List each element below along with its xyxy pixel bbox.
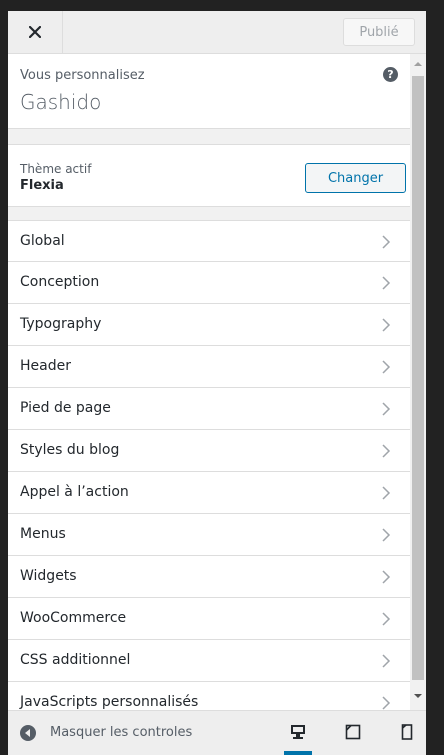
tablet-icon (345, 724, 361, 740)
active-theme-section: Thème actif Flexia Changer (8, 144, 410, 207)
site-info-section: Vous personnalisez Gashido ? (8, 54, 410, 129)
chevron-right-icon (382, 696, 391, 710)
menu-item-label: Global (20, 233, 65, 249)
chevron-right-icon (382, 612, 391, 626)
menu-item-label: Styles du blog (20, 442, 120, 458)
active-theme-name: Flexia (20, 178, 64, 193)
customizer-footer: Masquer les controles (8, 710, 426, 755)
menu-item-label: Widgets (20, 568, 77, 584)
menu-item-label: Conception (20, 274, 100, 290)
active-theme-label: Thème actif (20, 162, 92, 176)
chevron-right-icon (382, 570, 391, 584)
help-icon[interactable]: ? (383, 67, 398, 82)
scroll-up-arrow-icon[interactable] (410, 58, 426, 70)
menu-item-menus[interactable]: Menus (8, 514, 410, 556)
menu-item-call-to-action[interactable]: Appel à l’action (8, 472, 410, 514)
active-device-indicator (284, 751, 312, 755)
scroll-down-arrow-icon[interactable] (410, 690, 426, 702)
mobile-icon (401, 724, 413, 740)
preview-desktop-button[interactable] (280, 711, 316, 755)
desktop-icon (291, 725, 305, 739)
chevron-right-icon (382, 486, 391, 500)
publish-button[interactable]: Publié (343, 18, 415, 46)
change-theme-button[interactable]: Changer (305, 163, 406, 193)
close-button[interactable] (8, 11, 63, 53)
collapse-label: Masquer les controles (50, 725, 193, 740)
site-name: Gashido (20, 90, 102, 114)
menu-item-label: CSS additionnel (20, 652, 131, 668)
menu-item-label: Appel à l’action (20, 484, 129, 500)
menu-item-blog-styles[interactable]: Styles du blog (8, 430, 410, 472)
menu-item-label: Pied de page (20, 400, 111, 416)
chevron-right-icon (382, 402, 391, 416)
close-icon (29, 26, 41, 38)
menu-item-global[interactable]: Global (8, 220, 410, 262)
chevron-right-icon (382, 235, 391, 249)
chevron-right-icon (382, 528, 391, 542)
menu-item-additional-css[interactable]: CSS additionnel (8, 640, 410, 682)
menu-item-label: Typography (20, 316, 102, 332)
preview-tablet-button[interactable] (335, 711, 371, 755)
menu-item-woocommerce[interactable]: WooCommerce (8, 598, 410, 640)
scrollbar-thumb[interactable] (412, 76, 424, 680)
section-menu: Global Conception Typography Header Pied… (8, 220, 410, 710)
menu-item-footer[interactable]: Pied de page (8, 388, 410, 430)
customizer-sections[interactable]: Vous personnalisez Gashido ? Thème actif… (8, 54, 410, 710)
preview-mobile-button[interactable] (389, 711, 425, 755)
menu-item-conception[interactable]: Conception (8, 262, 410, 304)
menu-item-typography[interactable]: Typography (8, 304, 410, 346)
scrollbar[interactable] (410, 54, 426, 710)
customizer-header: Publié (8, 11, 426, 54)
chevron-right-icon (382, 276, 391, 290)
chevron-right-icon (382, 318, 391, 332)
collapse-arrow-icon (20, 725, 36, 741)
chevron-right-icon (382, 360, 391, 374)
menu-item-header[interactable]: Header (8, 346, 410, 388)
menu-item-label: WooCommerce (20, 610, 127, 626)
customizer-panel: Publié Vous personnalisez Gashido ? Thèm… (8, 11, 426, 755)
menu-item-custom-javascripts[interactable]: JavaScripts personnalisés (8, 682, 410, 710)
menu-item-label: Header (20, 358, 71, 374)
menu-item-label: JavaScripts personnalisés (20, 694, 199, 710)
customizing-label: Vous personnalisez (20, 68, 145, 83)
chevron-right-icon (382, 654, 391, 668)
menu-item-label: Menus (20, 526, 66, 542)
collapse-sidebar-button[interactable]: Masquer les controles (8, 711, 258, 755)
menu-item-widgets[interactable]: Widgets (8, 556, 410, 598)
chevron-right-icon (382, 444, 391, 458)
